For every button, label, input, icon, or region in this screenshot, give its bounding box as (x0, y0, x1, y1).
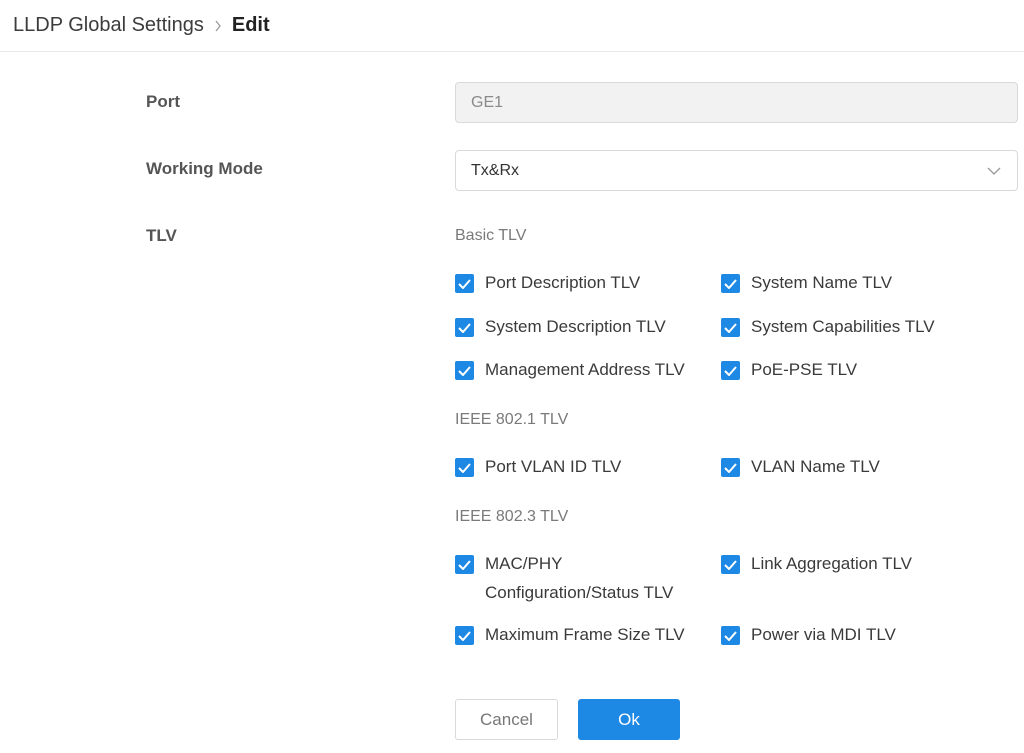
checkbox-port-vlan-id-tlv[interactable]: Port VLAN ID TLV (455, 457, 621, 481)
ok-button[interactable]: Ok (578, 699, 680, 740)
checkbox-vlan-name-tlv[interactable]: VLAN Name TLV (721, 457, 880, 481)
breadcrumb-parent-link[interactable]: LLDP Global Settings (13, 14, 204, 37)
checkbox-checked-icon (721, 361, 740, 380)
checkbox-checked-icon (455, 555, 474, 574)
tlv-label: TLV (146, 226, 177, 245)
working-mode-select[interactable]: Tx&Rx (455, 150, 1018, 191)
ieee-8021-tlv-title: IEEE 802.1 TLV (455, 411, 569, 428)
checkbox-label: Management Address TLV (485, 360, 685, 379)
checkbox-checked-icon (721, 555, 740, 574)
checkbox-management-address-tlv[interactable]: Management Address TLV (455, 360, 685, 384)
checkbox-label: VLAN Name TLV (751, 457, 880, 476)
checkbox-poe-pse-tlv[interactable]: PoE-PSE TLV (721, 360, 857, 384)
checkbox-system-description-tlv[interactable]: System Description TLV (455, 317, 666, 341)
checkbox-label: MAC/PHY Configuration/Status TLV (485, 554, 674, 602)
checkbox-checked-icon (721, 318, 740, 337)
checkbox-label: System Name TLV (751, 273, 893, 292)
port-field: GE1 (455, 82, 1018, 123)
checkbox-checked-icon (721, 458, 740, 477)
checkbox-maximum-frame-size-tlv[interactable]: Maximum Frame Size TLV (455, 625, 685, 649)
checkbox-label: System Description TLV (485, 317, 666, 336)
basic-tlv-title: Basic TLV (455, 227, 527, 244)
checkbox-checked-icon (455, 458, 474, 477)
checkbox-label: Power via MDI TLV (751, 625, 896, 644)
breadcrumb-current: Edit (231, 14, 270, 36)
checkbox-label: Link Aggregation TLV (751, 554, 912, 573)
checkbox-label: System Capabilities TLV (751, 317, 935, 336)
working-mode-value: Tx&Rx (471, 161, 519, 179)
chevron-down-icon (987, 162, 1001, 180)
checkbox-checked-icon (455, 361, 474, 380)
checkbox-label: Maximum Frame Size TLV (485, 625, 685, 644)
checkbox-checked-icon (455, 318, 474, 337)
checkbox-system-name-tlv[interactable]: System Name TLV (721, 273, 892, 297)
checkbox-label: Port Description TLV (485, 273, 641, 292)
cancel-button[interactable]: Cancel (455, 699, 558, 740)
checkbox-port-description-tlv[interactable]: Port Description TLV (455, 273, 640, 297)
ieee-8023-tlv-title: IEEE 802.3 TLV (455, 508, 569, 525)
checkbox-link-aggregation-tlv[interactable]: Link Aggregation TLV (721, 554, 912, 578)
checkbox-label: Port VLAN ID TLV (485, 457, 622, 476)
checkbox-checked-icon (455, 274, 474, 293)
breadcrumb: LLDP Global Settings Edit (0, 0, 1024, 52)
checkbox-system-capabilities-tlv[interactable]: System Capabilities TLV (721, 317, 935, 341)
checkbox-checked-icon (455, 626, 474, 645)
checkbox-checked-icon (721, 626, 740, 645)
port-label: Port (146, 92, 180, 111)
checkbox-power-via-mdi-tlv[interactable]: Power via MDI TLV (721, 625, 896, 649)
checkbox-label: PoE-PSE TLV (751, 360, 858, 379)
checkbox-mac-phy-configuration-status-tlv[interactable]: MAC/PHY Configuration/Status TLV (455, 554, 705, 607)
working-mode-label: Working Mode (146, 159, 263, 178)
checkbox-checked-icon (721, 274, 740, 293)
port-value: GE1 (471, 93, 504, 111)
chevron-right-icon (207, 20, 229, 32)
